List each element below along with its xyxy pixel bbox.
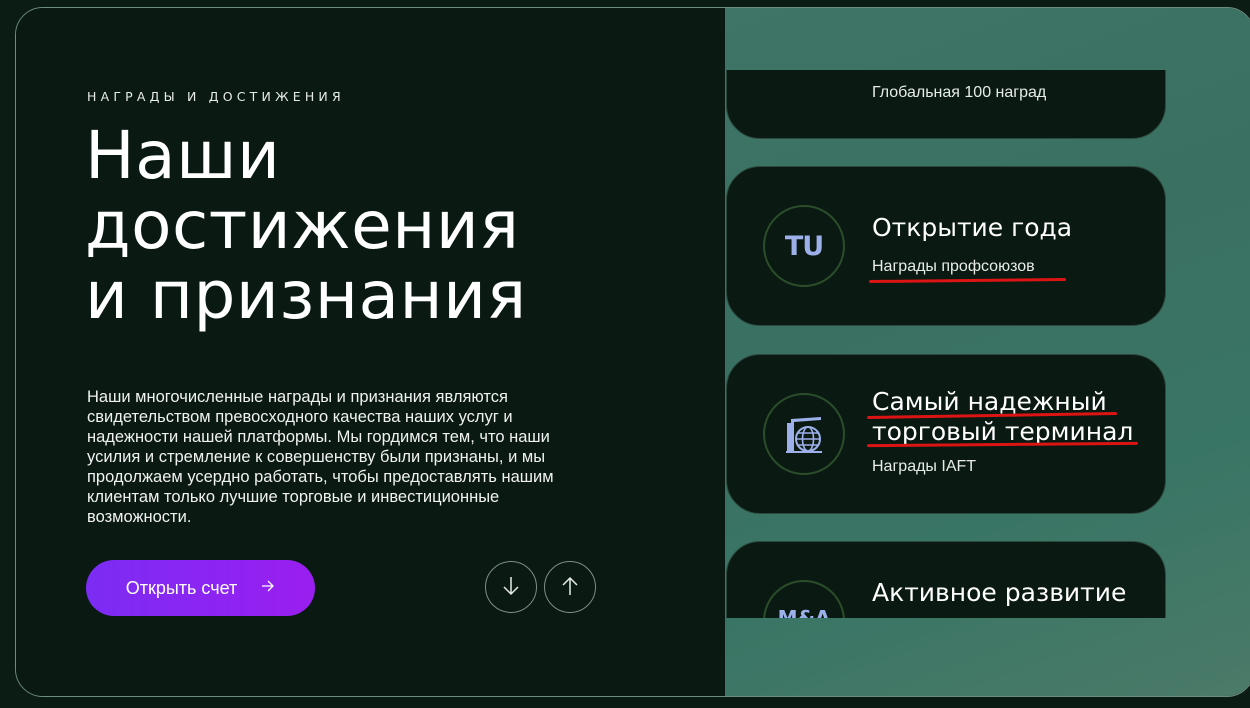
award-subtitle: Глобальная 100 наград [872, 84, 1047, 101]
iaft-globe-icon [763, 393, 845, 475]
section-title: Наши достижения и признания [85, 121, 605, 331]
award-subtitle: Награды IAFT [872, 458, 977, 475]
ma-logo-text: M&A [777, 606, 831, 618]
awards-intro-panel: НАГРАДЫ И ДОСТИЖЕНИЯ Наши достижения и п… [16, 8, 725, 696]
section-description: Наши многочисленные награды и признания … [87, 388, 554, 526]
award-subtitle: Награды профсоюзов [872, 258, 1035, 275]
tu-logo-icon: TU [763, 205, 845, 287]
carousel-up-button[interactable] [544, 561, 596, 613]
carousel-down-button[interactable] [485, 561, 537, 613]
title-line: достижения [85, 187, 520, 264]
award-title: Активное развитие [872, 578, 1127, 607]
award-title: Открытие года [872, 213, 1073, 242]
tu-logo-text: TU [784, 230, 824, 262]
award-card: Глобальная 100 наград [726, 70, 1166, 139]
arrow-right-icon [261, 579, 275, 597]
open-account-button[interactable]: Открыть счет [86, 560, 315, 616]
award-card: M&A Активное развитие [726, 541, 1166, 618]
arrow-down-icon [502, 576, 520, 599]
red-annotation-underline [868, 277, 1067, 283]
awards-carousel: Глобальная 100 наград TU Открытие года Н… [709, 70, 1240, 618]
section-eyebrow: НАГРАДЫ И ДОСТИЖЕНИЯ [87, 89, 345, 104]
title-line: и признания [85, 257, 527, 334]
award-card: TU Открытие года Награды профсоюзов [726, 166, 1166, 326]
ma-logo-icon: M&A [763, 580, 845, 618]
open-account-label: Открыть счет [125, 577, 238, 598]
arrow-up-icon [561, 576, 579, 599]
title-line: Наши [85, 117, 281, 194]
award-card: Самый надежный торговый терминал Награды… [726, 354, 1166, 514]
